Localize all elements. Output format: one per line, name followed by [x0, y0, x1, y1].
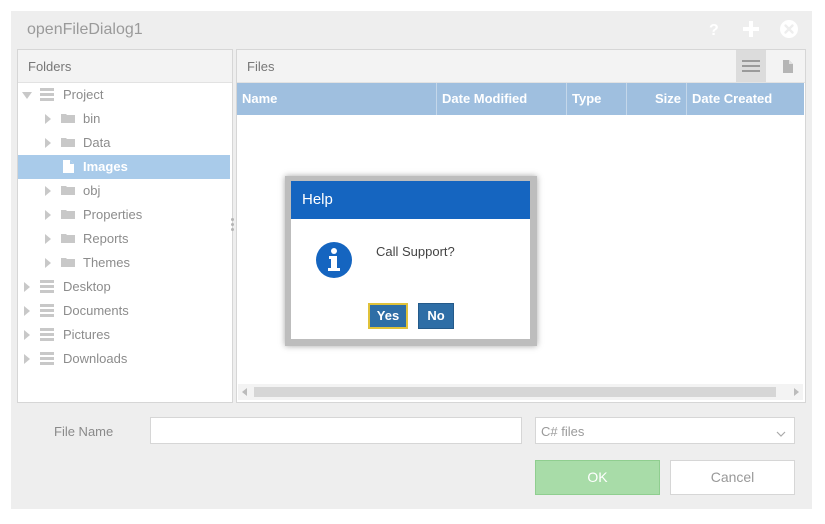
- folders-header-label: Folders: [28, 59, 72, 74]
- tree-item-properties[interactable]: Properties: [18, 203, 230, 227]
- tree-item-documents[interactable]: Documents: [18, 299, 230, 323]
- svg-text:?: ?: [709, 22, 719, 39]
- scroll-left-icon[interactable]: [242, 388, 247, 396]
- collapse-arrow-icon[interactable]: [45, 114, 51, 124]
- dialog-title: openFileDialog1: [27, 21, 143, 38]
- tree-item-label: obj: [83, 183, 101, 198]
- column-header-name[interactable]: Name: [237, 83, 437, 115]
- folders-pane: Folders Project bin Data Images obj Prop…: [17, 49, 233, 403]
- chevron-down-icon: [776, 426, 786, 441]
- icon-view-button[interactable]: [773, 50, 803, 82]
- info-icon: [315, 241, 353, 282]
- file-name-label: File Name: [54, 424, 114, 439]
- folder-icon: [61, 256, 75, 271]
- column-header-type[interactable]: Type: [567, 83, 627, 115]
- yes-button[interactable]: Yes: [368, 303, 408, 329]
- tree-item-label: Documents: [63, 303, 129, 318]
- scroll-right-icon[interactable]: [794, 388, 799, 396]
- collapse-arrow-icon[interactable]: [45, 234, 51, 244]
- tree-item-label: Desktop: [63, 279, 111, 294]
- tree-item-obj[interactable]: obj: [18, 179, 230, 203]
- tree-item-label: Reports: [83, 231, 129, 246]
- tree-item-label: Project: [63, 87, 104, 102]
- drive-icon: [39, 280, 55, 297]
- collapse-arrow-icon[interactable]: [24, 330, 30, 340]
- folder-icon: [61, 136, 75, 151]
- messagebox-text: Call Support?: [376, 244, 455, 259]
- drive-icon: [39, 88, 55, 105]
- help-icon[interactable]: ?: [703, 19, 723, 39]
- drive-icon: [39, 328, 55, 345]
- collapse-arrow-icon[interactable]: [45, 210, 51, 220]
- tree-item-themes[interactable]: Themes: [18, 251, 230, 275]
- files-header-label: Files: [247, 59, 275, 74]
- collapse-arrow-icon[interactable]: [24, 282, 30, 292]
- file-icon: [783, 60, 793, 73]
- drive-icon: [39, 304, 55, 321]
- collapse-arrow-icon[interactable]: [45, 186, 51, 196]
- tree-item-bin[interactable]: bin: [18, 107, 230, 131]
- list-view-icon: [742, 60, 760, 72]
- messagebox-title: Help: [302, 191, 333, 208]
- folder-icon: [61, 112, 75, 127]
- tree-item-label: Properties: [83, 207, 143, 222]
- column-header-date-created[interactable]: Date Created: [687, 83, 804, 115]
- no-button[interactable]: No: [418, 303, 454, 329]
- collapse-arrow-icon[interactable]: [24, 306, 30, 316]
- details-view-button[interactable]: [736, 50, 766, 82]
- tree-item-desktop[interactable]: Desktop: [18, 275, 230, 299]
- cancel-button[interactable]: Cancel: [670, 460, 795, 495]
- collapse-arrow-icon[interactable]: [45, 258, 51, 268]
- tree-item-label: Themes: [83, 255, 130, 270]
- add-icon[interactable]: [741, 19, 761, 39]
- close-icon[interactable]: [779, 19, 799, 39]
- tree-item-downloads[interactable]: Downloads: [18, 347, 230, 371]
- tree-item-project[interactable]: Project: [18, 83, 230, 107]
- pane-splitter[interactable]: [230, 216, 235, 236]
- help-messagebox: Help Call Support? Yes No: [291, 181, 530, 339]
- column-header-date-modified[interactable]: Date Modified: [437, 83, 567, 115]
- drive-icon: [39, 352, 55, 369]
- tree-item-data[interactable]: Data: [18, 131, 230, 155]
- tree-item-reports[interactable]: Reports: [18, 227, 230, 251]
- tree-item-label: Downloads: [63, 351, 128, 366]
- tree-item-label: Data: [83, 135, 111, 150]
- folder-icon: [61, 232, 75, 247]
- folders-header: Folders: [18, 50, 232, 83]
- collapse-arrow-icon[interactable]: [45, 138, 51, 148]
- tree-item-pictures[interactable]: Pictures: [18, 323, 230, 347]
- column-header-size[interactable]: Size: [627, 83, 687, 115]
- ok-button[interactable]: OK: [535, 460, 660, 495]
- folder-icon: [61, 184, 75, 199]
- title-bar: openFileDialog1 ?: [11, 11, 812, 49]
- tree-item-label: bin: [83, 111, 101, 126]
- scrollbar-thumb[interactable]: [254, 387, 776, 397]
- files-header: Files: [237, 50, 805, 83]
- tree-item-images[interactable]: Images: [18, 155, 230, 179]
- file-icon: [63, 160, 74, 176]
- tree-item-label: Images: [83, 159, 128, 174]
- files-grid-header: Name Date Modified Type Size Date Create…: [237, 83, 804, 115]
- file-name-input[interactable]: [150, 417, 522, 444]
- horizontal-scrollbar[interactable]: [238, 384, 803, 400]
- messagebox-titlebar: Help: [291, 181, 530, 219]
- expand-arrow-icon[interactable]: [22, 92, 32, 99]
- folder-icon: [61, 208, 75, 223]
- collapse-arrow-icon[interactable]: [24, 354, 30, 364]
- file-type-select[interactable]: C# files: [535, 417, 795, 444]
- file-type-value: C# files: [541, 424, 585, 439]
- tree-item-label: Pictures: [63, 327, 110, 342]
